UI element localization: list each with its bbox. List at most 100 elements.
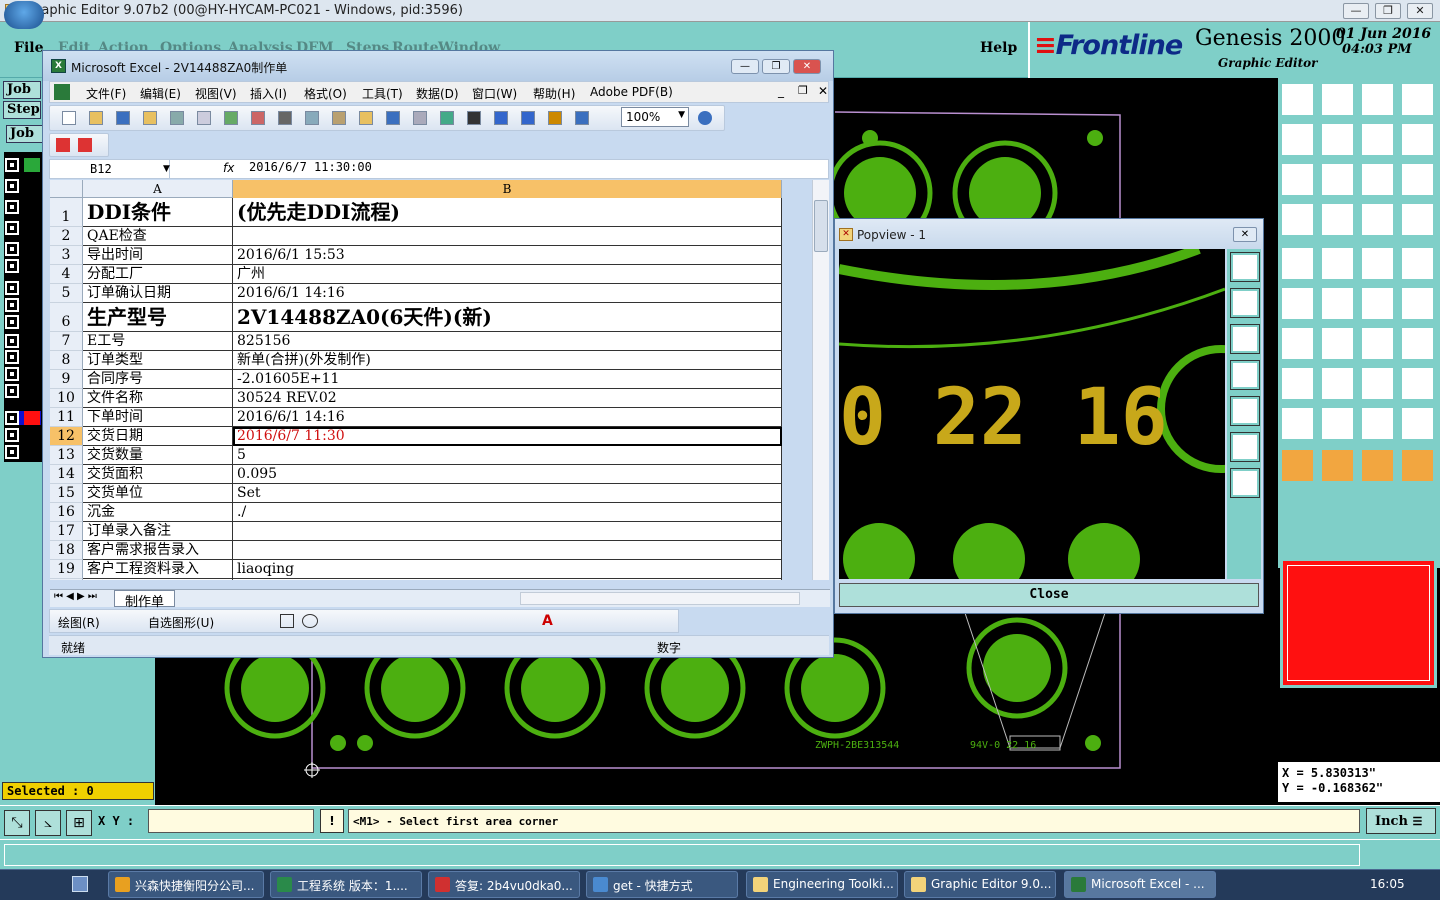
new-icon[interactable] <box>62 111 76 125</box>
doc-restore-button[interactable]: ❐ <box>798 84 808 97</box>
view-window-icon[interactable] <box>1400 82 1435 117</box>
formula-value[interactable]: 2016/6/7 11:30:00 <box>249 160 372 174</box>
cell-a[interactable]: 交货数量 <box>83 446 233 465</box>
cell-b[interactable]: 825156 <box>233 332 782 351</box>
row-header[interactable]: 12 <box>50 427 83 446</box>
rectangle-icon[interactable] <box>280 614 294 628</box>
layer-red-icon[interactable] <box>1400 202 1435 237</box>
triangle-blue-icon[interactable] <box>1360 406 1395 441</box>
cell-a[interactable]: 客户工程资料录入 <box>83 560 233 579</box>
transform-icon[interactable] <box>1280 366 1315 401</box>
preview-icon[interactable] <box>197 111 211 125</box>
cell-b[interactable]: 新单(合拼)(外发制作) <box>233 351 782 370</box>
cursor-frame-icon[interactable] <box>1320 448 1355 483</box>
cell-b[interactable]: 5 <box>233 446 782 465</box>
measure-icon[interactable] <box>1360 366 1395 401</box>
row-header[interactable]: 13 <box>50 446 83 465</box>
zoom-area-icon[interactable]: ⤡ <box>4 810 30 836</box>
format-painter-icon[interactable] <box>359 111 373 125</box>
sheet-tab-zhizuodan[interactable]: 制作单 <box>114 590 176 610</box>
row-header[interactable]: 3 <box>50 246 83 265</box>
popview-close-x-button[interactable]: ✕ <box>1233 227 1257 242</box>
namebox-dropdown-icon[interactable]: ▼ <box>163 164 170 174</box>
print-icon[interactable] <box>170 111 184 125</box>
close-button[interactable]: ✕ <box>1407 3 1433 19</box>
col-a-header[interactable]: A <box>83 180 233 198</box>
line-red-icon[interactable] <box>1320 366 1355 401</box>
cell-a[interactable]: 沉金 <box>83 503 233 522</box>
row-header[interactable]: 11 <box>50 408 83 427</box>
layer-checkbox[interactable] <box>5 428 19 442</box>
select-all[interactable] <box>50 180 83 198</box>
help-icon[interactable] <box>698 111 712 125</box>
cell-a[interactable]: 合同序号 <box>83 370 233 389</box>
layer-checkbox[interactable] <box>5 367 19 381</box>
open-icon[interactable] <box>89 111 103 125</box>
vertical-scrollbar[interactable] <box>812 180 829 580</box>
view-home-icon[interactable] <box>1360 82 1395 117</box>
start-button[interactable] <box>4 1 44 29</box>
cell-a[interactable]: 交货面积 <box>83 465 233 484</box>
cell-b[interactable]: liaoqing <box>233 560 782 579</box>
view-top-icon[interactable] <box>1280 82 1315 117</box>
xy-input[interactable] <box>148 809 314 833</box>
pop-zoom-out-icon[interactable] <box>1230 468 1260 498</box>
redraw-icon[interactable] <box>1400 122 1435 157</box>
measure-icon[interactable]: ⦣ <box>35 810 61 836</box>
layer-checkbox[interactable] <box>5 259 19 273</box>
font-color-icon[interactable]: A <box>542 613 553 629</box>
cell-a[interactable]: 订单类型 <box>83 351 233 370</box>
line-add-icon[interactable] <box>1320 246 1355 281</box>
triangle-icon[interactable] <box>1280 406 1315 441</box>
cell-a[interactable]: 生产型号 <box>83 303 233 332</box>
cell-a[interactable]: 交货单位 <box>83 484 233 503</box>
undo-icon[interactable] <box>386 111 400 125</box>
draw-menu[interactable]: 绘图(R) <box>58 614 100 631</box>
col-b-header[interactable]: B <box>233 180 782 198</box>
cell-a[interactable]: 分配工厂 <box>83 265 233 284</box>
row-header[interactable]: 17 <box>50 522 83 541</box>
excel-menu-item[interactable]: Adobe PDF(B) <box>590 85 673 99</box>
cell-b-active[interactable]: 2016/6/7 11:30 <box>233 427 782 446</box>
layer-checkbox[interactable] <box>5 350 19 364</box>
cell-a[interactable]: 客户需求报告录入 <box>83 541 233 560</box>
cell-a[interactable]: 交货日期 <box>83 427 233 446</box>
cell-a[interactable]: 订单确认日期 <box>83 284 233 303</box>
popview-close-button[interactable]: Close <box>839 583 1259 607</box>
layer-checkbox[interactable] <box>5 158 19 172</box>
pop-pan-down-icon[interactable] <box>1230 324 1260 354</box>
layer-checkbox[interactable] <box>5 221 19 235</box>
row-header[interactable]: 2 <box>50 227 83 246</box>
layer-checkbox[interactable] <box>5 315 19 329</box>
oval-icon[interactable] <box>302 614 318 628</box>
row-header[interactable]: 15 <box>50 484 83 503</box>
scale-1-2-icon[interactable] <box>1360 162 1395 197</box>
layer-checkbox[interactable] <box>5 334 19 348</box>
cell-a[interactable]: 下单时间 <box>83 408 233 427</box>
cell-b[interactable] <box>233 227 782 246</box>
excel-minimize-button[interactable]: — <box>731 59 759 74</box>
cursor-path-icon[interactable] <box>1400 448 1435 483</box>
cross-icon[interactable] <box>1320 286 1355 321</box>
copy-icon[interactable] <box>305 111 319 125</box>
zoom-select[interactable]: 100% ▼ <box>621 107 689 127</box>
row-header[interactable]: 7 <box>50 332 83 351</box>
cell-a[interactable]: 导出时间 <box>83 246 233 265</box>
row-header[interactable]: 19 <box>50 560 83 579</box>
menu-help[interactable]: Help <box>980 40 1017 56</box>
cell-b[interactable]: 2016/6/1 14:16 <box>233 408 782 427</box>
excel-menu-item[interactable]: 编辑(E) <box>140 85 181 102</box>
grid-icon[interactable] <box>1320 202 1355 237</box>
pop-zoom-fit-icon[interactable] <box>1230 252 1260 282</box>
job-button-2[interactable]: Job <box>6 125 44 143</box>
pdf-mail-icon[interactable] <box>78 138 92 152</box>
excel-maximize-button[interactable]: ❐ <box>762 59 790 74</box>
name-box[interactable]: B12 <box>50 160 170 178</box>
layer-checkbox[interactable] <box>5 281 19 295</box>
layer-checkbox[interactable] <box>5 298 19 312</box>
view-bottom-icon[interactable] <box>1320 82 1355 117</box>
pop-pan-right-icon[interactable] <box>1230 396 1260 426</box>
excel-menu-item[interactable]: 插入(I) <box>250 85 287 102</box>
save-icon[interactable] <box>116 111 130 125</box>
arc-icon[interactable] <box>1280 326 1315 361</box>
